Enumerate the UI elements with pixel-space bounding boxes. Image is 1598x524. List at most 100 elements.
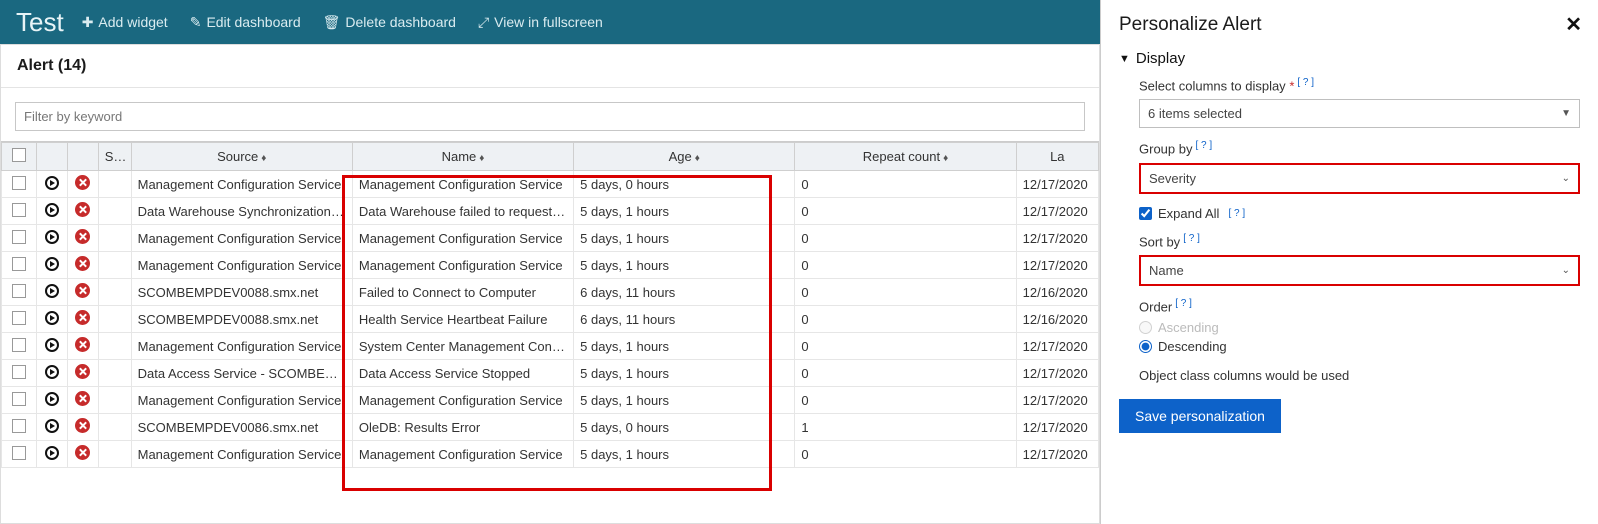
table-row[interactable]: Management Configuration ServiceManageme…	[2, 441, 1099, 468]
row-expand[interactable]	[36, 387, 67, 414]
columns-dropdown[interactable]: 6 items selected ▼	[1139, 99, 1580, 128]
table-row[interactable]: SCOMBEMPDEV0088.smx.netFailed to Connect…	[2, 279, 1099, 306]
row-expand[interactable]	[36, 414, 67, 441]
close-icon[interactable]: ✕	[1565, 12, 1582, 37]
checkbox-icon	[12, 257, 26, 271]
cell-repeat: 0	[795, 441, 1016, 468]
checkbox-input[interactable]	[1139, 207, 1152, 220]
row-checkbox[interactable]	[2, 414, 37, 441]
sort-icon: ♦	[943, 153, 948, 164]
display-section-toggle[interactable]: ▼ Display	[1119, 50, 1580, 67]
filter-input[interactable]: Filter by keyword	[15, 102, 1085, 131]
group-by-label: Group by[ ? ]	[1119, 140, 1580, 156]
help-icon[interactable]: [ ? ]	[1195, 140, 1212, 151]
row-checkbox[interactable]	[2, 333, 37, 360]
row-checkbox[interactable]	[2, 387, 37, 414]
cell-name: Failed to Connect to Computer	[352, 279, 573, 306]
row-severity	[67, 360, 98, 387]
critical-icon	[75, 391, 90, 406]
checkbox-icon	[12, 365, 26, 379]
checkbox-icon	[12, 284, 26, 298]
col-last[interactable]: La	[1016, 143, 1098, 171]
radio-input[interactable]	[1139, 340, 1152, 353]
help-icon[interactable]: [ ? ]	[1183, 233, 1200, 244]
row-expand[interactable]	[36, 171, 67, 198]
help-icon[interactable]: [ ? ]	[1297, 77, 1314, 88]
col-severity[interactable]: Sever	[98, 143, 131, 171]
cell-age: 5 days, 0 hours	[574, 171, 795, 198]
help-icon[interactable]: [ ? ]	[1175, 298, 1192, 309]
table-row[interactable]: SCOMBEMPDEV0088.smx.netHealth Service He…	[2, 306, 1099, 333]
row-expand[interactable]	[36, 306, 67, 333]
row-expand[interactable]	[36, 225, 67, 252]
cell-name: Management Configuration Service	[352, 225, 573, 252]
row-checkbox[interactable]	[2, 279, 37, 306]
row-checkbox[interactable]	[2, 225, 37, 252]
sort-by-label: Sort by[ ? ]	[1119, 233, 1580, 249]
cell-last: 12/16/2020	[1016, 279, 1098, 306]
fullscreen-button[interactable]: ⤢View in fullscreen	[478, 14, 603, 31]
table-row[interactable]: Management Configuration ServiceManageme…	[2, 171, 1099, 198]
row-expand[interactable]	[36, 252, 67, 279]
expand-icon	[45, 203, 59, 217]
personalize-panel: Personalize Alert ✕ ▼ Display Select col…	[1100, 0, 1598, 524]
row-severity	[67, 387, 98, 414]
sort-by-dropdown[interactable]: Name ⌄	[1139, 255, 1580, 286]
table-row[interactable]: Management Configuration ServiceSystem C…	[2, 333, 1099, 360]
trash-icon: 🗑	[323, 14, 341, 31]
order-label: Order[ ? ]	[1119, 298, 1580, 314]
help-icon[interactable]: [ ? ]	[1228, 208, 1245, 219]
row-checkbox[interactable]	[2, 171, 37, 198]
col-age[interactable]: Age♦	[574, 143, 795, 171]
save-personalization-button[interactable]: Save personalization	[1119, 399, 1281, 433]
cell-name: OleDB: Results Error	[352, 414, 573, 441]
cell-severity-blank	[98, 441, 131, 468]
critical-icon	[75, 364, 90, 379]
cell-source: Management Configuration Service	[131, 225, 352, 252]
checkbox-icon	[12, 419, 26, 433]
row-severity	[67, 333, 98, 360]
descending-radio[interactable]: Descending	[1119, 339, 1580, 354]
row-checkbox[interactable]	[2, 198, 37, 225]
group-by-dropdown[interactable]: Severity ⌄	[1139, 163, 1580, 194]
plus-icon: ✚	[82, 14, 94, 31]
table-row[interactable]: Management Configuration ServiceManageme…	[2, 225, 1099, 252]
cell-source: Management Configuration Service	[131, 252, 352, 279]
critical-icon	[75, 202, 90, 217]
ascending-radio[interactable]: Ascending	[1119, 320, 1580, 335]
cell-source: Data Access Service - SCOMBEMPDE	[131, 360, 352, 387]
row-checkbox[interactable]	[2, 252, 37, 279]
cell-repeat: 0	[795, 171, 1016, 198]
expand-icon	[45, 311, 59, 325]
row-expand[interactable]	[36, 360, 67, 387]
cell-repeat: 0	[795, 306, 1016, 333]
row-checkbox[interactable]	[2, 360, 37, 387]
checkbox-icon	[12, 230, 26, 244]
row-severity	[67, 198, 98, 225]
table-row[interactable]: Data Warehouse Synchronization SeData Wa…	[2, 198, 1099, 225]
radio-input[interactable]	[1139, 321, 1152, 334]
cell-name: Data Access Service Stopped	[352, 360, 573, 387]
row-checkbox[interactable]	[2, 306, 37, 333]
table-row[interactable]: Management Configuration ServiceManageme…	[2, 252, 1099, 279]
row-expand[interactable]	[36, 441, 67, 468]
edit-dashboard-button[interactable]: ✎Edit dashboard	[190, 14, 301, 31]
checkbox-icon	[12, 446, 26, 460]
select-all-header[interactable]	[2, 143, 37, 171]
cell-source: SCOMBEMPDEV0088.smx.net	[131, 279, 352, 306]
cell-severity-blank	[98, 360, 131, 387]
row-expand[interactable]	[36, 279, 67, 306]
expand-icon: ⤢	[478, 14, 489, 31]
add-widget-button[interactable]: ✚Add widget	[82, 14, 168, 31]
row-checkbox[interactable]	[2, 441, 37, 468]
delete-dashboard-button[interactable]: 🗑Delete dashboard	[323, 14, 456, 31]
col-repeat[interactable]: Repeat count♦	[795, 143, 1016, 171]
table-row[interactable]: Data Access Service - SCOMBEMPDEData Acc…	[2, 360, 1099, 387]
col-source[interactable]: Source♦	[131, 143, 352, 171]
row-expand[interactable]	[36, 198, 67, 225]
table-row[interactable]: SCOMBEMPDEV0086.smx.netOleDB: Results Er…	[2, 414, 1099, 441]
table-row[interactable]: Management Configuration ServiceManageme…	[2, 387, 1099, 414]
row-expand[interactable]	[36, 333, 67, 360]
col-name[interactable]: Name♦	[352, 143, 573, 171]
expand-all-checkbox[interactable]: Expand All[ ? ]	[1119, 206, 1580, 221]
